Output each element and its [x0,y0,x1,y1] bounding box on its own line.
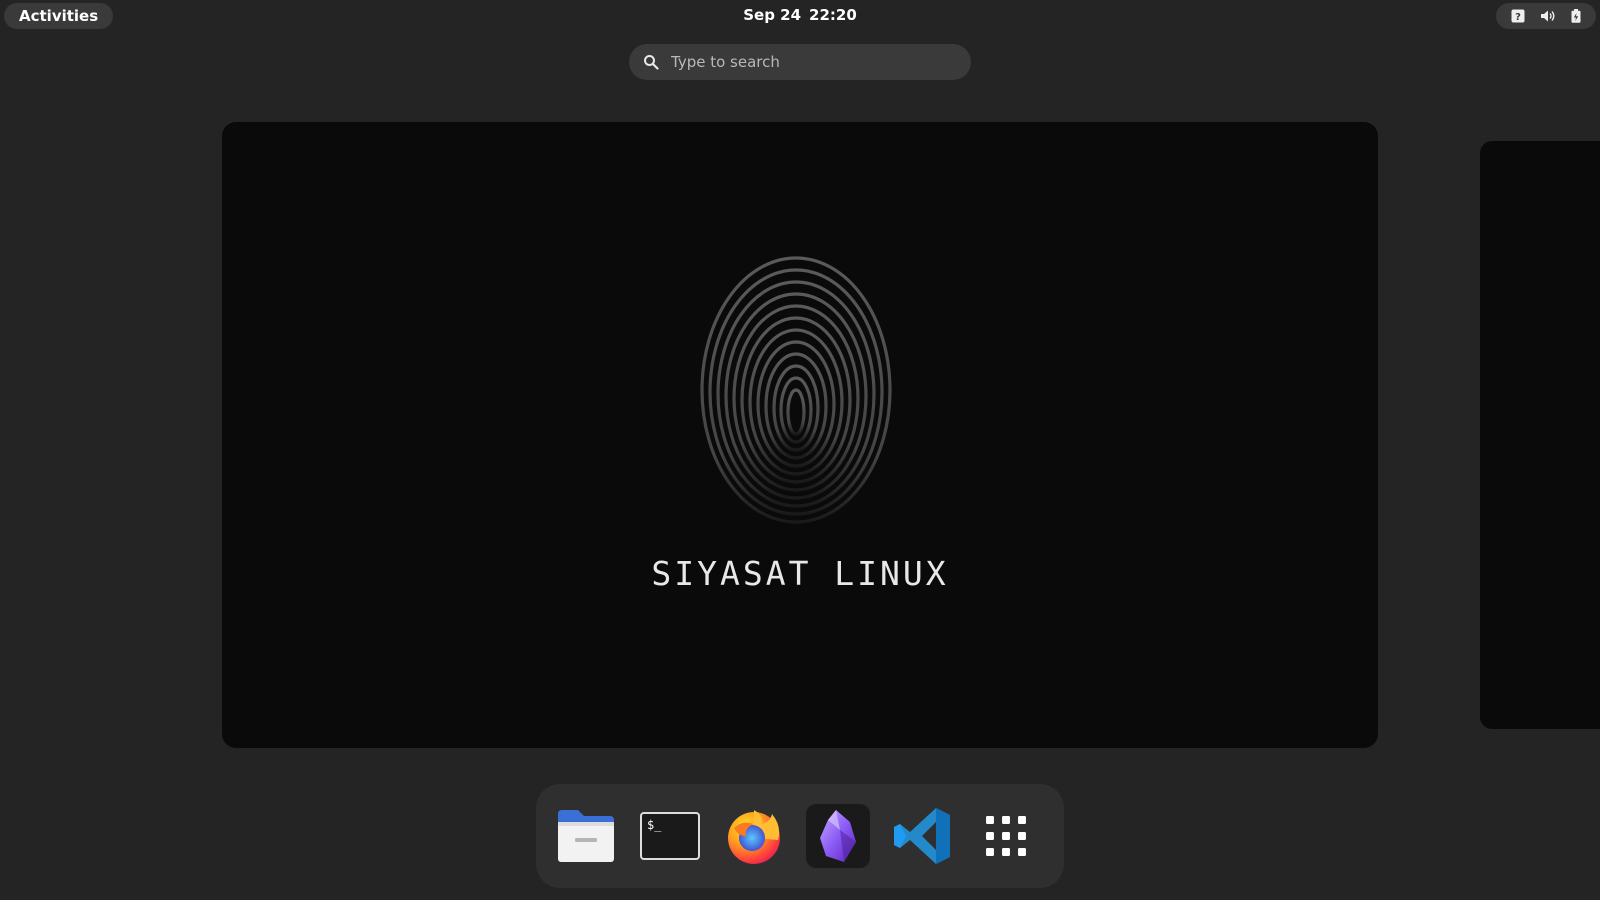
fingerprint-image [696,240,896,530]
clock-date: Sep 24 [743,6,802,24]
clock-time: 22:20 [809,6,857,24]
firefox-launcher[interactable] [722,804,786,868]
vscode-icon [892,806,952,866]
terminal-launcher[interactable]: $_ [638,804,702,868]
next-workspace-thumbnail[interactable] [1480,141,1600,729]
search-input[interactable] [671,44,956,80]
svg-text:?: ? [1515,12,1521,23]
workspace-thumbnail[interactable]: SIYASAT LINUX [222,122,1378,748]
files-launcher[interactable] [554,804,618,868]
obsidian-launcher[interactable] [806,804,870,868]
clock[interactable]: Sep 24 22:20 [0,6,1600,24]
firefox-icon [724,806,784,866]
search-icon [643,54,659,74]
obsidian-icon [814,808,862,864]
help-icon: ? [1511,9,1525,23]
volume-icon [1540,9,1556,23]
show-apps-button[interactable] [974,804,1038,868]
battery-icon [1571,9,1581,23]
svg-text:$_: $_ [647,818,662,832]
app-grid-icon [985,815,1027,857]
terminal-icon: $_ [640,812,700,860]
system-tray[interactable]: ? [1496,3,1596,29]
vscode-launcher[interactable] [890,804,954,868]
top-bar: Activities Sep 24 22:20 ? [0,0,1600,31]
wallpaper-title: SIYASAT LINUX [651,554,949,593]
folder-icon [556,808,616,864]
dock: $_ [536,784,1064,888]
search-bar[interactable] [629,44,971,80]
